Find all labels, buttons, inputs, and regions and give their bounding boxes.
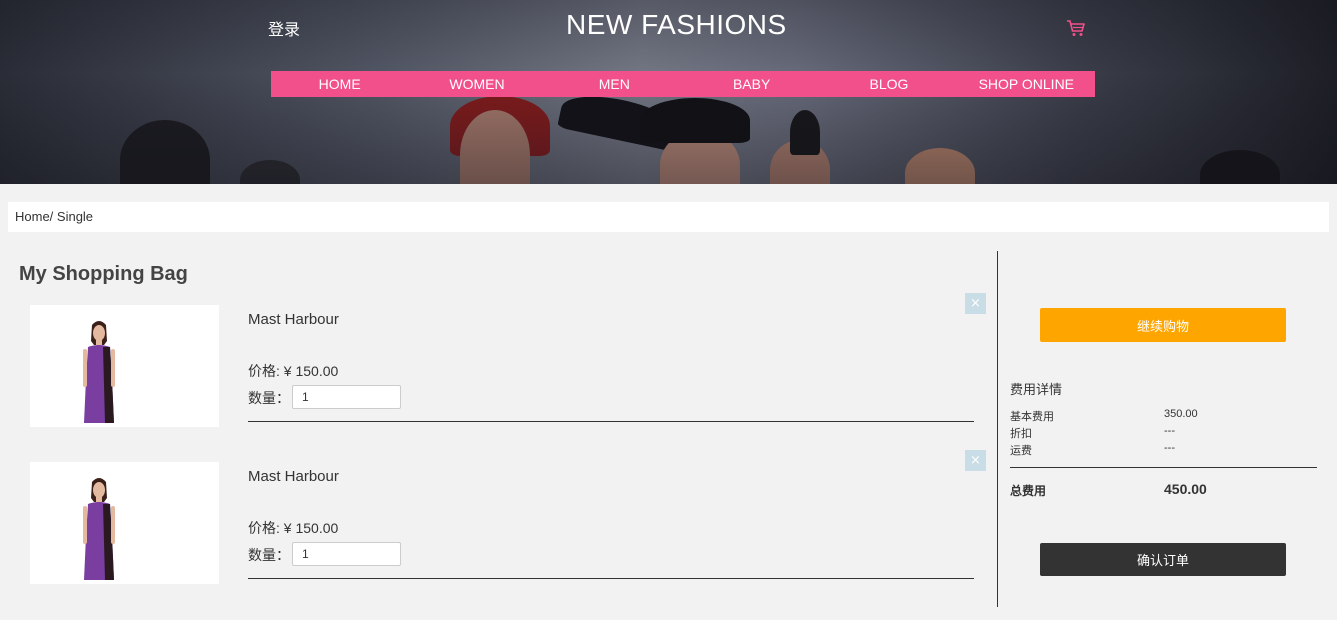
- fee-label: 运费: [1010, 444, 1032, 457]
- nav-shop-online[interactable]: SHOP ONLINE: [958, 71, 1095, 97]
- quantity-input[interactable]: [292, 385, 401, 409]
- item-divider: [248, 421, 974, 422]
- nav-home[interactable]: HOME: [271, 71, 408, 97]
- product-image[interactable]: [30, 305, 219, 427]
- total-value: 450.00: [1164, 481, 1207, 497]
- fee-divider: [1010, 467, 1317, 468]
- fee-row: 折扣 ---: [1010, 425, 1310, 441]
- product-image[interactable]: [30, 462, 219, 584]
- login-link[interactable]: 登录: [268, 16, 300, 40]
- fee-row: 基本费用 350.00: [1010, 408, 1310, 424]
- continue-shopping-button[interactable]: 继续购物: [1040, 308, 1286, 342]
- fee-value: 350.00: [1164, 408, 1198, 420]
- fee-details-title: 费用详情: [1010, 383, 1063, 398]
- total-row: 总费用 450.00: [1010, 481, 1310, 500]
- nav-blog[interactable]: BLOG: [820, 71, 957, 97]
- fee-value: ---: [1164, 442, 1175, 454]
- model-figure: [83, 478, 115, 580]
- quantity-input[interactable]: [292, 542, 401, 566]
- total-label: 总费用: [1010, 484, 1047, 498]
- fee-label: 折扣: [1010, 427, 1032, 440]
- item-divider: [248, 578, 974, 579]
- fee-row: 运费 ---: [1010, 442, 1310, 458]
- breadcrumb: Home/ Single: [8, 202, 1329, 232]
- main-nav: HOME WOMEN MEN BABY BLOG SHOP ONLINE: [271, 71, 1095, 97]
- confirm-order-button[interactable]: 确认订单: [1040, 543, 1286, 576]
- nav-baby[interactable]: BABY: [683, 71, 820, 97]
- product-name[interactable]: Mast Harbour: [248, 311, 339, 328]
- product-name[interactable]: Mast Harbour: [248, 468, 339, 485]
- column-divider: [997, 251, 998, 607]
- quantity-label: 数量：: [248, 390, 290, 406]
- fee-value: ---: [1164, 425, 1175, 437]
- product-price: 价格: ¥ 150.00: [248, 520, 339, 536]
- quantity-label: 数量：: [248, 547, 290, 563]
- remove-item-button[interactable]: ×: [965, 450, 986, 471]
- brand-title: NEW FASHIONS: [566, 9, 787, 40]
- page-title: My Shopping Bag: [19, 263, 188, 285]
- nav-women[interactable]: WOMEN: [408, 71, 545, 97]
- nav-men[interactable]: MEN: [546, 71, 683, 97]
- model-figure: [83, 321, 115, 423]
- shopping-cart-icon[interactable]: [1066, 18, 1086, 38]
- fee-label: 基本费用: [1010, 410, 1054, 423]
- cart-item: Mast Harbour 价格: ¥ 150.00 数量： ×: [30, 450, 990, 592]
- cart-item: Mast Harbour 价格: ¥ 150.00 数量： ×: [30, 293, 990, 435]
- product-price: 价格: ¥ 150.00: [248, 363, 339, 379]
- remove-item-button[interactable]: ×: [965, 293, 986, 314]
